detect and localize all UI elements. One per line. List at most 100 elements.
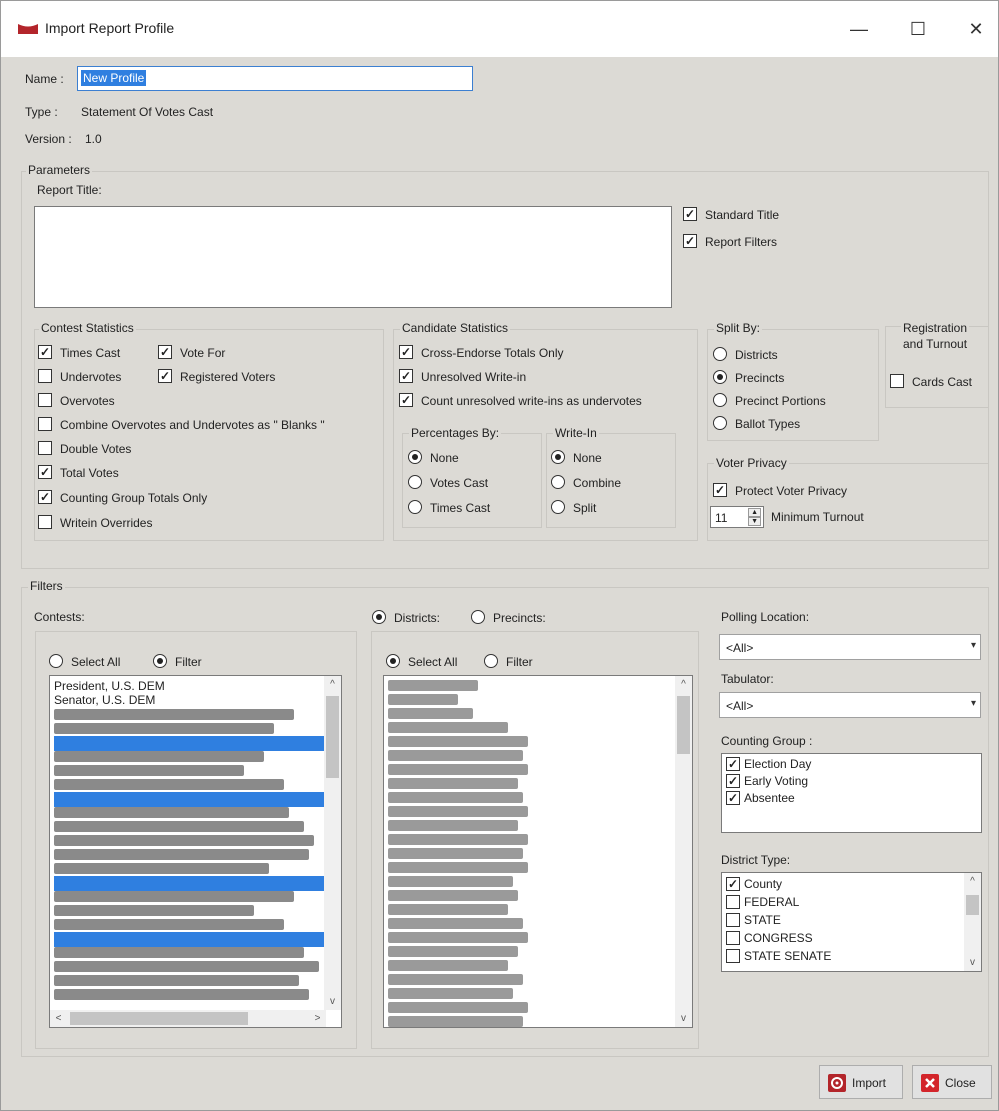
version-label: Version :: [25, 132, 72, 146]
wi-split-radio[interactable]: [551, 500, 565, 514]
writein-overrides-checkbox[interactable]: [38, 515, 52, 529]
undervotes-checkbox[interactable]: [38, 369, 52, 383]
district-type-item[interactable]: STATE: [744, 913, 781, 927]
selected-row[interactable]: [54, 792, 324, 807]
import-button[interactable]: Import: [819, 1065, 903, 1099]
selected-row[interactable]: [54, 736, 324, 751]
contests-hscroll-thumb[interactable]: [70, 1012, 248, 1025]
districts-vscroll-thumb[interactable]: [677, 696, 690, 754]
districts-filter-radio[interactable]: [484, 654, 498, 668]
split-districts-label: Districts: [735, 348, 778, 362]
undervotes-label: Undervotes: [60, 370, 122, 384]
district-type-checkbox[interactable]: ✓: [726, 877, 740, 891]
district-type-item[interactable]: STATE SENATE: [744, 949, 831, 963]
district-type-item[interactable]: CONGRESS: [744, 931, 813, 945]
scroll-down-icon[interactable]: v: [675, 1010, 692, 1027]
count-unresolved-checkbox[interactable]: ✓: [399, 393, 413, 407]
combine-blanks-checkbox[interactable]: [38, 417, 52, 431]
pct-votes-cast-radio[interactable]: [408, 475, 422, 489]
type-value: Statement Of Votes Cast: [81, 105, 214, 119]
report-title-textarea[interactable]: [34, 206, 672, 308]
redacted-row: [388, 834, 528, 845]
scroll-down-icon[interactable]: v: [324, 993, 341, 1010]
contests-filter-radio[interactable]: [153, 654, 167, 668]
spin-up-icon[interactable]: ▲: [748, 508, 761, 517]
contest-item-1[interactable]: Senator, U.S. DEM: [54, 693, 155, 707]
times-cast-checkbox[interactable]: ✓: [38, 345, 52, 359]
close-button[interactable]: Close: [912, 1065, 992, 1099]
district-type-checkbox[interactable]: [726, 931, 740, 945]
filters-group-label: Filters: [28, 579, 65, 593]
split-precincts-radio[interactable]: [713, 370, 727, 384]
contests-hscrollbar[interactable]: < >: [50, 1010, 326, 1027]
counting-group-list[interactable]: ✓ Election Day ✓ Early Voting ✓ Absentee: [721, 753, 982, 833]
district-type-checkbox[interactable]: [726, 895, 740, 909]
report-filters-checkbox[interactable]: ✓: [683, 234, 697, 248]
scroll-down-icon[interactable]: v: [964, 954, 981, 971]
dropdown-arrow-icon: ▾: [970, 640, 976, 651]
district-type-list[interactable]: ✓ County FEDERAL STATE CONGRESS STATE SE…: [721, 872, 982, 972]
name-input[interactable]: New Profile: [77, 66, 473, 91]
unresolved-writein-checkbox[interactable]: ✓: [399, 369, 413, 383]
import-gear-icon: [828, 1074, 846, 1092]
scroll-up-icon[interactable]: ^: [964, 873, 981, 890]
name-input-value: New Profile: [81, 70, 147, 86]
double-votes-checkbox[interactable]: [38, 441, 52, 455]
district-type-item[interactable]: County: [744, 877, 782, 891]
contests-select-all-radio[interactable]: [49, 654, 63, 668]
scroll-left-icon[interactable]: <: [50, 1010, 67, 1027]
spin-down-icon[interactable]: ▼: [748, 517, 761, 526]
minimize-button[interactable]: —: [839, 13, 879, 45]
contests-listbox[interactable]: President, U.S. DEM Senator, U.S. DEM ^ …: [49, 675, 342, 1028]
counting-group-checkbox[interactable]: ✓: [726, 757, 740, 771]
protect-privacy-checkbox[interactable]: ✓: [713, 483, 727, 497]
redacted-row: [54, 947, 304, 958]
standard-title-checkbox[interactable]: ✓: [683, 207, 697, 221]
cards-cast-checkbox[interactable]: [890, 374, 904, 388]
scroll-up-icon[interactable]: ^: [675, 676, 692, 693]
selected-row[interactable]: [54, 932, 324, 947]
split-ballot-types-radio[interactable]: [713, 416, 727, 430]
close-window-button[interactable]: ✕: [956, 13, 996, 45]
districts-vscrollbar[interactable]: ^ v: [675, 676, 692, 1027]
wi-combine-radio[interactable]: [551, 475, 565, 489]
district-type-checkbox[interactable]: [726, 949, 740, 963]
redacted-row: [54, 961, 319, 972]
minimum-turnout-spinner[interactable]: 11 ▲ ▼: [710, 506, 764, 528]
maximize-button[interactable]: ☐: [898, 13, 938, 45]
pct-none-radio[interactable]: [408, 450, 422, 464]
districts-radio[interactable]: [372, 610, 386, 624]
precincts-radio[interactable]: [471, 610, 485, 624]
counting-group-checkbox[interactable]: ✓: [726, 774, 740, 788]
district-type-vscrollbar[interactable]: ^ v: [964, 873, 981, 971]
pct-times-cast-radio[interactable]: [408, 500, 422, 514]
polling-location-combo[interactable]: <All> ▾: [719, 634, 981, 660]
contests-vscroll-thumb[interactable]: [326, 696, 339, 778]
tabulator-combo[interactable]: <All> ▾: [719, 692, 981, 718]
registered-voters-checkbox[interactable]: ✓: [158, 369, 172, 383]
contests-vscrollbar[interactable]: ^ v: [324, 676, 341, 1010]
counting-group-checkbox[interactable]: ✓: [726, 791, 740, 805]
wi-none-radio[interactable]: [551, 450, 565, 464]
contest-item-0[interactable]: President, U.S. DEM: [54, 679, 165, 693]
districts-listbox[interactable]: ^ v: [383, 675, 693, 1028]
unresolved-writein-label: Unresolved Write-in: [421, 370, 527, 384]
redacted-row: [388, 904, 508, 915]
scroll-up-icon[interactable]: ^: [324, 676, 341, 693]
overvotes-checkbox[interactable]: [38, 393, 52, 407]
district-type-checkbox[interactable]: [726, 913, 740, 927]
scroll-right-icon[interactable]: >: [309, 1010, 326, 1027]
cross-endorse-checkbox[interactable]: ✓: [399, 345, 413, 359]
district-type-vscroll-thumb[interactable]: [966, 895, 979, 915]
district-type-item[interactable]: FEDERAL: [744, 895, 799, 909]
counting-group-item[interactable]: Absentee: [744, 791, 795, 805]
total-votes-checkbox[interactable]: ✓: [38, 465, 52, 479]
counting-group-item[interactable]: Early Voting: [744, 774, 808, 788]
split-precinct-portions-radio[interactable]: [713, 393, 727, 407]
counting-group-item[interactable]: Election Day: [744, 757, 811, 771]
vote-for-checkbox[interactable]: ✓: [158, 345, 172, 359]
districts-select-all-radio[interactable]: [386, 654, 400, 668]
selected-row[interactable]: [54, 876, 324, 891]
split-districts-radio[interactable]: [713, 347, 727, 361]
counting-group-totals-checkbox[interactable]: ✓: [38, 490, 52, 504]
